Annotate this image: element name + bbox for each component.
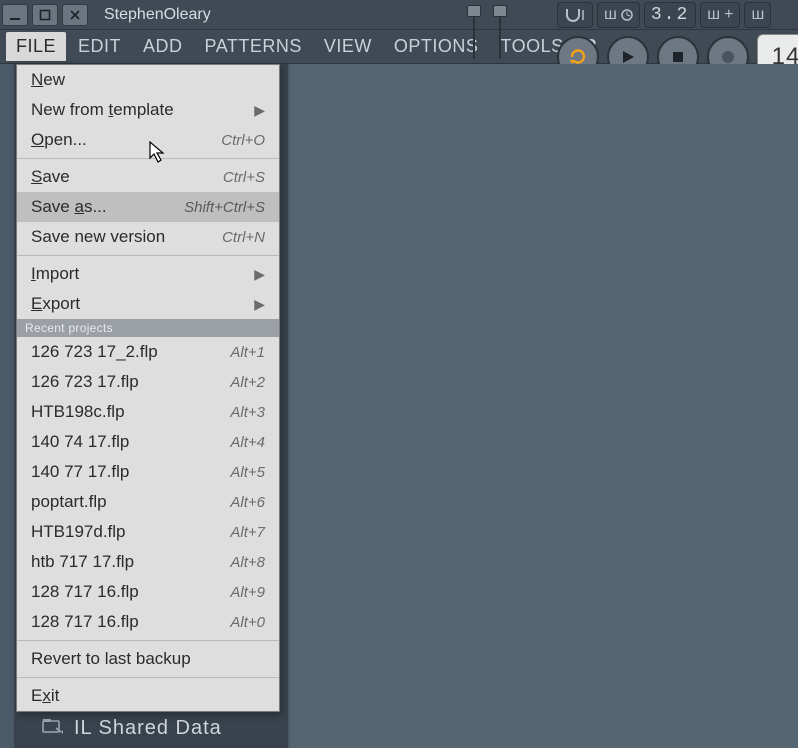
recent-project[interactable]: 140 77 17.flp Alt+5 bbox=[17, 457, 279, 487]
recent-projects-header: Recent projects bbox=[17, 319, 279, 337]
recent-project[interactable]: 140 74 17.flp Alt+4 bbox=[17, 427, 279, 457]
menu-file[interactable]: FILE bbox=[6, 32, 66, 61]
mode-extra[interactable]: ш bbox=[744, 2, 771, 28]
recent-project[interactable]: 126 723 17.flp Alt+2 bbox=[17, 367, 279, 397]
file-save-as[interactable]: Save as... Shift+Ctrl+S bbox=[17, 192, 279, 222]
fader-2[interactable] bbox=[491, 3, 509, 63]
play-icon bbox=[620, 49, 636, 65]
toolbar: ш 3.2 ш+ ш 140. bbox=[465, 0, 798, 64]
mode-plus[interactable]: ш+ bbox=[700, 2, 740, 28]
menu-edit[interactable]: EDIT bbox=[68, 32, 131, 61]
file-new-from-template[interactable]: New from template ▶ bbox=[17, 95, 279, 125]
recent-project[interactable]: HTB197d.flp Alt+7 bbox=[17, 517, 279, 547]
menu-separator bbox=[17, 677, 279, 678]
clock-icon bbox=[621, 9, 633, 21]
menu-separator bbox=[17, 640, 279, 641]
recent-project[interactable]: HTB198c.flp Alt+3 bbox=[17, 397, 279, 427]
stop-icon bbox=[671, 50, 685, 64]
maximize-button[interactable] bbox=[32, 4, 58, 26]
metronome-toggle[interactable]: ш bbox=[597, 2, 640, 28]
recent-project[interactable]: 126 723 17_2.flp Alt+1 bbox=[17, 337, 279, 367]
file-export[interactable]: Export ▶ bbox=[17, 289, 279, 319]
browser-folder-label[interactable]: IL Shared Data bbox=[74, 717, 222, 740]
recent-project[interactable]: poptart.flp Alt+6 bbox=[17, 487, 279, 517]
file-open[interactable]: Open... Ctrl+O bbox=[17, 125, 279, 155]
project-title: StephenOleary bbox=[104, 6, 211, 24]
fader-1[interactable] bbox=[465, 3, 483, 63]
file-exit[interactable]: Exit bbox=[17, 681, 279, 711]
submenu-arrow-icon: ▶ bbox=[254, 296, 265, 313]
close-button[interactable] bbox=[62, 4, 88, 26]
record-icon bbox=[720, 49, 736, 65]
menu-separator bbox=[17, 158, 279, 159]
file-menu-dropdown: New New from template ▶ Open... Ctrl+O S… bbox=[16, 64, 280, 712]
menu-separator bbox=[17, 255, 279, 256]
file-save[interactable]: Save Ctrl+S bbox=[17, 162, 279, 192]
playlist-area bbox=[290, 64, 798, 748]
snap-panel[interactable] bbox=[557, 2, 593, 28]
submenu-arrow-icon: ▶ bbox=[254, 102, 265, 119]
submenu-arrow-icon: ▶ bbox=[254, 266, 265, 283]
folder-link-icon bbox=[42, 716, 64, 740]
time-signature-display[interactable]: 3.2 bbox=[644, 2, 696, 28]
magnet-icon bbox=[564, 6, 586, 24]
recent-project[interactable]: 128 717 16.flp Alt+0 bbox=[17, 607, 279, 637]
menu-patterns[interactable]: PATTERNS bbox=[195, 32, 312, 61]
file-revert[interactable]: Revert to last backup bbox=[17, 644, 279, 674]
recent-project[interactable]: 128 717 16.flp Alt+9 bbox=[17, 577, 279, 607]
file-import[interactable]: Import ▶ bbox=[17, 259, 279, 289]
recent-project[interactable]: htb 717 17.flp Alt+8 bbox=[17, 547, 279, 577]
menu-view[interactable]: VIEW bbox=[314, 32, 382, 61]
file-save-new-version[interactable]: Save new version Ctrl+N bbox=[17, 222, 279, 252]
menu-add[interactable]: ADD bbox=[133, 32, 193, 61]
minimize-button[interactable] bbox=[2, 4, 28, 26]
file-new[interactable]: New bbox=[17, 65, 279, 95]
